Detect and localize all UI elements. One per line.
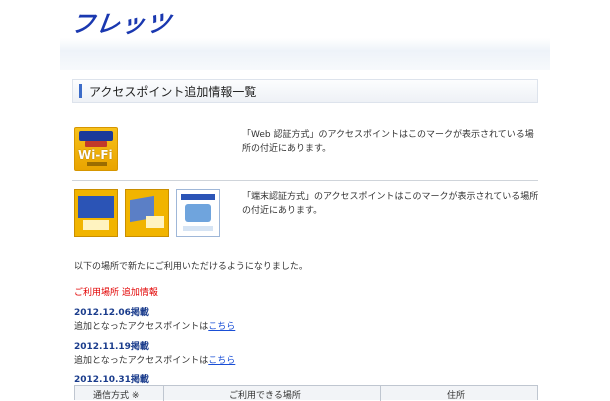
column-header-method: 通信方式 ※ bbox=[93, 391, 140, 401]
column-header-location: ご利用できる場所 bbox=[229, 391, 301, 401]
access-point-table-header: 通信方式 ※ ご利用できる場所 住所 bbox=[74, 385, 538, 401]
updates-heading: ご利用場所 追加情報 bbox=[74, 288, 158, 298]
section-heading: アクセスポイント追加情報一覧 bbox=[72, 79, 538, 103]
flets-spot-pc-icon bbox=[176, 189, 220, 237]
update-entry: 追加となったアクセスポイントはこちら bbox=[74, 353, 235, 366]
header-band bbox=[60, 38, 550, 70]
flets-spot-wifi-badge-icon: Wi-Fi bbox=[74, 127, 118, 171]
intro-text: 以下の場所で新たにご利用いただけるようになりました。 bbox=[74, 262, 308, 272]
heading-accent-bar bbox=[79, 84, 82, 98]
web-auth-description: 「Web 認証方式」のアクセスポイントはこのマークが表示されている場所の付近にあ… bbox=[242, 130, 534, 154]
update-entry: 追加となったアクセスポイントはこちら bbox=[74, 319, 235, 332]
divider bbox=[72, 180, 538, 181]
flets-spot-sticker-icon bbox=[74, 189, 118, 237]
update-text: 追加となったアクセスポイントは bbox=[74, 356, 209, 366]
flets-logo[interactable]: フレッツ bbox=[69, 4, 174, 38]
update-link[interactable]: こちら bbox=[208, 356, 235, 366]
device-auth-description: 「端末認証方式」のアクセスポイントはこのマークが表示されている場所の付近にありま… bbox=[242, 192, 539, 216]
wifi-label: Wi-Fi bbox=[78, 148, 113, 162]
flets-spot-sign-icon bbox=[125, 189, 169, 237]
update-date: 2012.11.19掲載 bbox=[74, 342, 149, 352]
column-header-address: 住所 bbox=[447, 391, 466, 401]
update-link[interactable]: こちら bbox=[208, 322, 235, 332]
update-text: 追加となったアクセスポイントは bbox=[74, 322, 209, 332]
update-date: 2012.10.31掲載 bbox=[74, 375, 149, 385]
update-date: 2012.12.06掲載 bbox=[74, 308, 149, 318]
page-title: アクセスポイント追加情報一覧 bbox=[89, 85, 257, 99]
